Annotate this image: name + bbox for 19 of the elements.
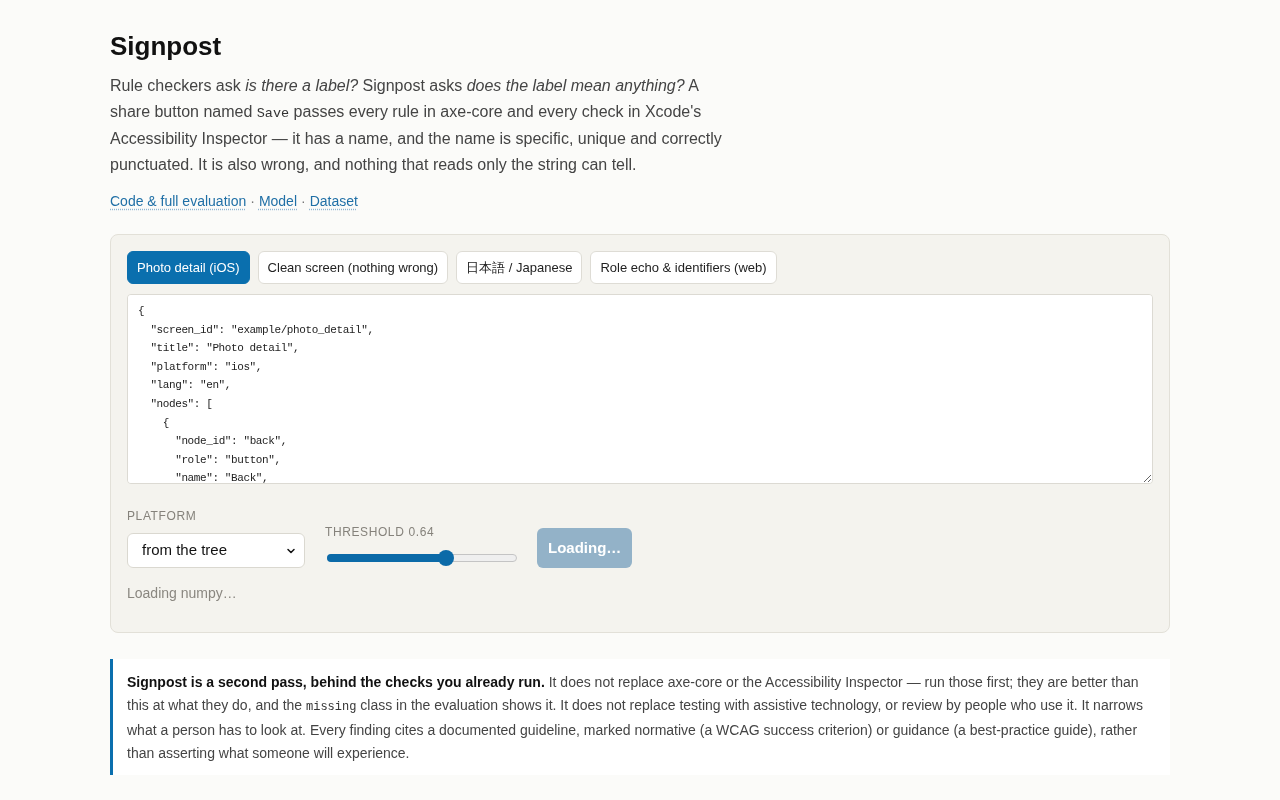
link[interactable]: Code & full evaluation	[110, 191, 247, 211]
platform-select[interactable]: from the tree	[127, 533, 305, 568]
threshold-value: 0.64	[408, 524, 435, 540]
slider-thumb[interactable]	[438, 550, 455, 566]
example-tab[interactable]: 日本語 / Japanese	[456, 251, 583, 284]
example-tab[interactable]: Clean screen (nothing wrong)	[257, 251, 449, 284]
status-text: Loading numpy…	[127, 584, 238, 603]
link-separator: ·	[301, 192, 306, 211]
example-tab[interactable]: Photo detail (iOS)	[127, 251, 250, 284]
intro-paragraph: Rule checkers ask is there a label? Signpost asks does the label mean anything? A share button named Save passes every rule in axe-core and every check in Xcode's Accessibility Inspector — it has a name, and the name is specific, unique and correctly punctuated. It is also wrong, and nothing that reads only the string can tell.	[110, 76, 723, 175]
platform-label: PLATFORM	[127, 508, 198, 524]
link-separator: ·	[250, 192, 255, 211]
page-title: Signpost	[110, 30, 223, 63]
threshold-label: THRESHOLD	[325, 524, 405, 540]
link[interactable]: Dataset	[309, 191, 358, 211]
link[interactable]: Model	[258, 191, 297, 211]
note-callout: Signpost is a second pass, behind the checks you already run. It does not replace axe-core or the Accessibility Inspector — run those first; they are better than this at what they do, and the missing class in the evaluation shows it. It does not replace testing with assistive technology, or review by people who use it. It narrows what a person has to look at. Every finding cites a documented guideline, marked normative (a WCAG success criterion) or guidance (a best-practice guide), rather than asserting what someone will experience.	[110, 659, 1170, 775]
example-tab[interactable]: Role echo & identifiers (web)	[590, 251, 777, 284]
json-editor-field[interactable]: { "screen_id": "example/photo_detail", "title": "Photo detail", "platform": "ios", "lang": "en", "nodes": [ { "node_id": "back", "role": "button", "name": "Back",	[127, 294, 1153, 484]
